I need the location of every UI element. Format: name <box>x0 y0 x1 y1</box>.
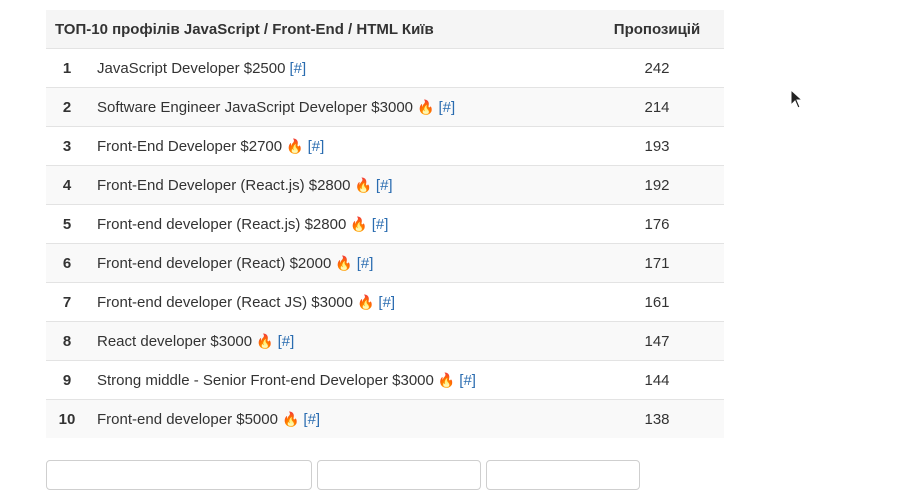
table-row: 7 Front-end developer (React JS) $3000 🔥 [#… <box>46 282 724 322</box>
row-rank: 3 <box>46 126 88 166</box>
row-title-cell: Front-End Developer (React.js) $2800 🔥 [#] <box>88 165 590 205</box>
row-rank: 6 <box>46 243 88 283</box>
profile-anchor-link[interactable]: [#] <box>459 372 476 389</box>
offers-count: 171 <box>590 243 724 283</box>
row-rank: 9 <box>46 360 88 400</box>
row-rank: 1 <box>46 48 88 88</box>
row-title-cell: Software Engineer JavaScript Developer $… <box>88 87 590 127</box>
profile-title: Front-end developer $5000 <box>97 410 278 428</box>
offers-count: 242 <box>590 48 724 88</box>
offers-count: 192 <box>590 165 724 205</box>
profile-anchor-link[interactable]: [#] <box>376 177 393 194</box>
offers-count: 144 <box>590 360 724 400</box>
profile-anchor-link[interactable]: [#] <box>303 411 320 428</box>
table-row: 1 JavaScript Developer $2500 [#] 242 <box>46 48 724 88</box>
table-title-header: ТОП-10 профілів JavaScript / Front-End /… <box>46 10 590 49</box>
row-title-cell: JavaScript Developer $2500 [#] <box>88 48 590 88</box>
mouse-cursor-icon <box>790 89 804 109</box>
profile-title: JavaScript Developer $2500 <box>97 59 286 77</box>
row-title-cell: Front-end developer (React) $2000 🔥 [#] <box>88 243 590 283</box>
table-row: 9 Strong middle - Senior Front-end Develo… <box>46 360 724 400</box>
table-row: 4 Front-End Developer (React.js) $2800 🔥 [#… <box>46 165 724 205</box>
profile-title: React developer $3000 <box>97 332 253 350</box>
bottom-tab-button-3[interactable] <box>486 460 640 490</box>
row-title-cell: Front-end developer $5000 🔥 [#] <box>88 399 590 438</box>
top-profiles-table-container: ТОП-10 профілів JavaScript / Front-End /… <box>46 10 724 438</box>
profile-title: Strong middle - Senior Front-end Develop… <box>97 371 434 389</box>
top-profiles-table: ТОП-10 профілів JavaScript / Front-End /… <box>46 10 724 438</box>
row-rank: 5 <box>46 204 88 244</box>
profile-title: Software Engineer JavaScript Developer $… <box>97 98 414 116</box>
profile-anchor-link[interactable]: [#] <box>438 99 455 116</box>
profile-anchor-link[interactable]: [#] <box>289 60 306 77</box>
profile-anchor-link[interactable]: [#] <box>378 294 395 311</box>
table-row: 10 Front-end developer $5000 🔥 [#] 138 <box>46 399 724 438</box>
profile-title: Front-end developer (React) $2000 <box>97 254 332 272</box>
profile-anchor-link[interactable]: [#] <box>357 255 374 272</box>
fire-icon: 🔥 <box>281 411 300 428</box>
profile-title: Front-end developer (React.js) $2800 <box>97 215 347 233</box>
offers-count: 214 <box>590 87 724 127</box>
table-body: 1 JavaScript Developer $2500 [#] 242 2 Softwa… <box>46 48 724 438</box>
row-rank: 10 <box>46 399 88 438</box>
table-row: 6 Front-end developer (React) $2000 🔥 [#] 17… <box>46 243 724 283</box>
profile-anchor-link[interactable]: [#] <box>278 333 295 350</box>
offers-count: 176 <box>590 204 724 244</box>
profile-anchor-link[interactable]: [#] <box>308 138 325 155</box>
row-title-cell: Front-end developer (React.js) $2800 🔥 [#] <box>88 204 590 244</box>
profile-anchor-link[interactable]: [#] <box>372 216 389 233</box>
profile-title: Front-End Developer $2700 <box>97 137 283 155</box>
row-title-cell: Front-End Developer $2700 🔥 [#] <box>88 126 590 166</box>
row-rank: 7 <box>46 282 88 322</box>
table-header-row: ТОП-10 профілів JavaScript / Front-End /… <box>46 10 724 49</box>
bottom-tab-button-2[interactable] <box>317 460 481 490</box>
row-title-cell: React developer $3000 🔥 [#] <box>88 321 590 361</box>
fire-icon: 🔥 <box>417 99 435 116</box>
table-row: 2 Software Engineer JavaScript Developer … <box>46 87 724 127</box>
row-title-cell: Strong middle - Senior Front-end Develop… <box>88 360 590 400</box>
row-title-cell: Front-end developer (React JS) $3000 🔥 [#] <box>88 282 590 322</box>
row-rank: 8 <box>46 321 88 361</box>
offers-count: 138 <box>590 399 724 438</box>
offers-count: 147 <box>590 321 724 361</box>
fire-icon: 🔥 <box>350 216 368 233</box>
fire-icon: 🔥 <box>354 177 372 194</box>
table-row: 5 Front-end developer (React.js) $2800 🔥 [#… <box>46 204 724 244</box>
row-rank: 2 <box>46 87 88 127</box>
offers-count-header: Пропозицій <box>590 10 724 49</box>
table-row: 8 React developer $3000 🔥 [#] 147 <box>46 321 724 361</box>
row-rank: 4 <box>46 165 88 205</box>
fire-icon: 🔥 <box>286 138 304 155</box>
profile-title: Front-end developer (React JS) $3000 <box>97 293 353 311</box>
fire-icon: 🔥 <box>437 372 456 389</box>
profile-title: Front-End Developer (React.js) $2800 <box>97 176 351 194</box>
fire-icon: 🔥 <box>256 333 274 350</box>
offers-count: 161 <box>590 282 724 322</box>
fire-icon: 🔥 <box>356 294 375 311</box>
table-row: 3 Front-End Developer $2700 🔥 [#] 193 <box>46 126 724 166</box>
offers-count: 193 <box>590 126 724 166</box>
bottom-tab-button-1[interactable] <box>46 460 312 490</box>
fire-icon: 🔥 <box>335 255 353 272</box>
